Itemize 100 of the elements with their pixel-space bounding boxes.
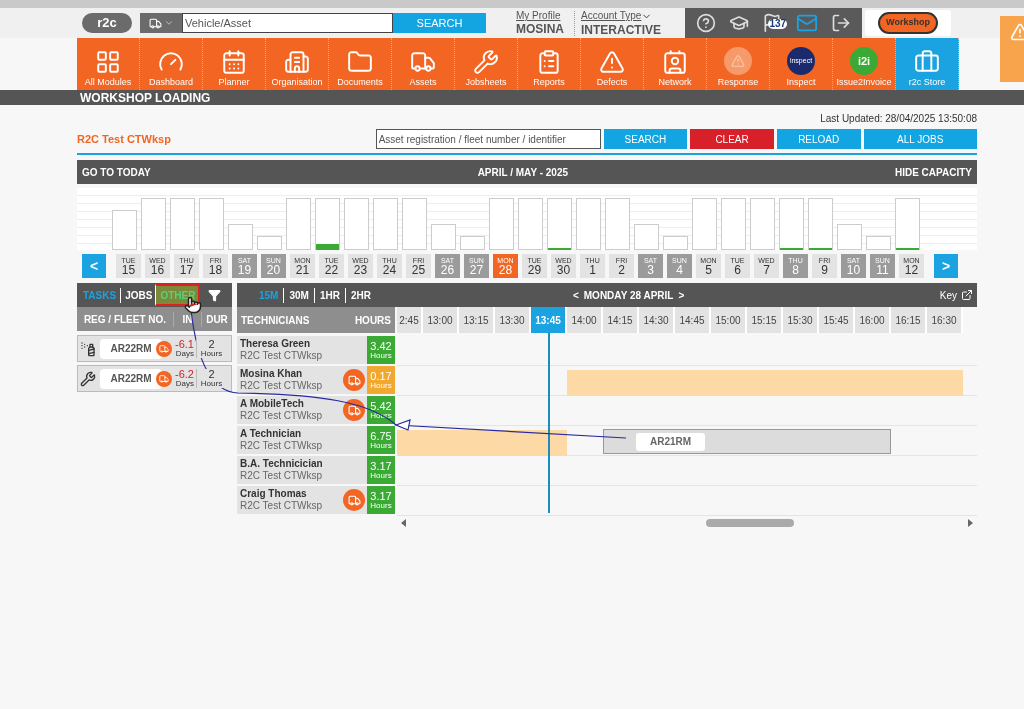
column-header: DUR xyxy=(201,311,232,327)
task-row[interactable]: AR22RM -6.1 Days 2 Hours xyxy=(77,335,232,362)
capacity-bar xyxy=(750,198,775,250)
nav-item[interactable]: r2c Store xyxy=(896,38,959,90)
contact-card-icon xyxy=(662,49,688,75)
search-button[interactable]: SEARCH xyxy=(393,13,486,33)
nav-item[interactable]: Planner xyxy=(203,38,266,90)
hours-badge: 3.42 Hours xyxy=(367,336,395,364)
due-value: -6.2 xyxy=(175,369,194,380)
scale-tab[interactable]: 1HR xyxy=(313,287,340,303)
asset-search-field[interactable]: Asset registration / fleet number / identifier xyxy=(375,129,601,149)
truck-badge-icon xyxy=(156,370,172,387)
technician-workshop: R2C Test CTWksp xyxy=(240,500,324,513)
column-header: REG / FLEET NO. xyxy=(82,312,168,327)
wrench-icon xyxy=(473,49,499,75)
grid-icon xyxy=(95,49,121,75)
task-row[interactable]: AR22RM -6.2 Days 2 Hours xyxy=(77,365,232,392)
technician-workshop: R2C Test CTWksp xyxy=(240,470,324,483)
filter-icon[interactable] xyxy=(208,288,222,302)
clipboard-icon xyxy=(536,49,562,75)
capacity-bar xyxy=(721,198,746,250)
my-profile-link[interactable]: My Profile xyxy=(516,11,564,21)
truck-badge-icon xyxy=(156,340,172,357)
capacity-bar xyxy=(837,224,862,250)
time-slot-header: 16:15 xyxy=(891,307,927,333)
time-slot-header: 16:00 xyxy=(855,307,891,333)
briefcase-icon xyxy=(914,49,940,75)
scale-tab[interactable]: 2HR xyxy=(344,287,371,303)
key-button[interactable]: Key xyxy=(939,287,973,303)
hours-badge: 5.42 Hours xyxy=(367,396,395,424)
help-icon[interactable] xyxy=(695,13,716,33)
time-slot-header: 14:15 xyxy=(603,307,639,333)
account-type-link[interactable]: Account Type xyxy=(581,11,642,21)
user-name: MOSINA xyxy=(516,23,564,35)
capacity-bar xyxy=(315,198,340,250)
graduation-cap-icon[interactable] xyxy=(729,13,750,33)
technician-name: Craig Thomas xyxy=(240,487,308,500)
time-slot-header: 13:30 xyxy=(495,307,531,333)
action-button[interactable]: CLEAR xyxy=(690,129,774,149)
scale-tab[interactable]: 30M xyxy=(283,287,309,303)
next-day-button[interactable]: > xyxy=(678,287,685,303)
nav-item[interactable]: All Modules xyxy=(77,38,140,90)
nav-item[interactable]: Network xyxy=(644,38,707,90)
capacity-bar xyxy=(779,198,804,250)
next-dates-button[interactable]: > xyxy=(934,254,958,278)
registration-plate: AR22RM xyxy=(100,368,162,389)
capacity-bar xyxy=(489,198,514,250)
nav-item[interactable]: Response xyxy=(707,38,770,90)
duration-value: 2 xyxy=(208,369,215,380)
time-slot-header: 13:45 xyxy=(531,307,567,333)
previous-day-button[interactable]: < xyxy=(572,287,579,303)
capacity-bar xyxy=(170,198,195,250)
nav-item[interactable]: Assets xyxy=(392,38,455,90)
nav-item[interactable]: i2i Issue2Invoice xyxy=(833,38,896,90)
calendar-icon xyxy=(221,49,247,75)
last-updated: Last Updated: 28/04/2025 13:50:08 xyxy=(820,112,977,126)
nav-item[interactable]: Jobsheets xyxy=(455,38,518,90)
capacity-bar xyxy=(141,198,166,250)
duration-unit: Hours xyxy=(200,380,223,388)
page-title: WORKSHOP LOADING xyxy=(80,89,211,107)
nav-item[interactable]: Documents xyxy=(329,38,392,90)
nav-item[interactable]: Dashboard xyxy=(140,38,203,90)
technician-workshop: R2C Test CTWksp xyxy=(240,380,324,393)
nav-item[interactable]: Defects xyxy=(581,38,644,90)
capacity-bar xyxy=(692,198,717,250)
capacity-bar xyxy=(431,224,456,250)
workshop-logo[interactable]: Workshop xyxy=(865,10,951,36)
capacity-bar xyxy=(112,210,137,250)
list-tab[interactable]: JOBS xyxy=(120,287,153,303)
capacity-bar xyxy=(866,236,891,250)
truck-icon xyxy=(343,369,365,391)
external-link-icon xyxy=(961,289,973,301)
time-slot-header: 15:15 xyxy=(747,307,783,333)
logout-icon[interactable] xyxy=(831,13,852,33)
spray-can-icon xyxy=(80,340,96,357)
building-icon xyxy=(284,49,310,75)
r2c-logo[interactable]: r2c xyxy=(82,13,132,33)
go-to-today-button[interactable]: GO TO TODAY xyxy=(82,164,151,180)
truck-icon xyxy=(343,489,365,511)
time-slot-header: 16:30 xyxy=(927,307,963,333)
hours-badge: 3.17 Hours xyxy=(367,456,395,484)
notification-badge: 137 xyxy=(768,19,788,29)
technician-name: B.A. Technicician xyxy=(240,457,324,470)
vehicle-search-field[interactable]: Vehicle/Asset xyxy=(182,13,393,33)
hide-capacity-button[interactable]: HIDE CAPACITY xyxy=(894,164,972,180)
action-button[interactable]: SEARCH xyxy=(603,129,688,149)
technician-workshop: R2C Test CTWksp xyxy=(240,350,324,363)
action-button[interactable]: RELOAD xyxy=(776,129,861,149)
time-slot-header: 13:00 xyxy=(423,307,459,333)
vehicle-type-dropdown[interactable] xyxy=(140,13,182,33)
warning-icon xyxy=(599,49,625,75)
action-button[interactable]: ALL JOBS xyxy=(863,129,977,149)
nav-item[interactable]: Reports xyxy=(518,38,581,90)
due-value: -6.1 xyxy=(175,339,194,350)
nav-item[interactable]: Organisation xyxy=(266,38,329,90)
previous-dates-button[interactable]: < xyxy=(82,254,106,278)
due-unit: Days xyxy=(175,350,194,358)
workshop-name: R2C Test CTWksp xyxy=(77,131,172,147)
job-block[interactable]: AR21RM xyxy=(603,429,891,454)
capacity-bar xyxy=(663,236,688,250)
